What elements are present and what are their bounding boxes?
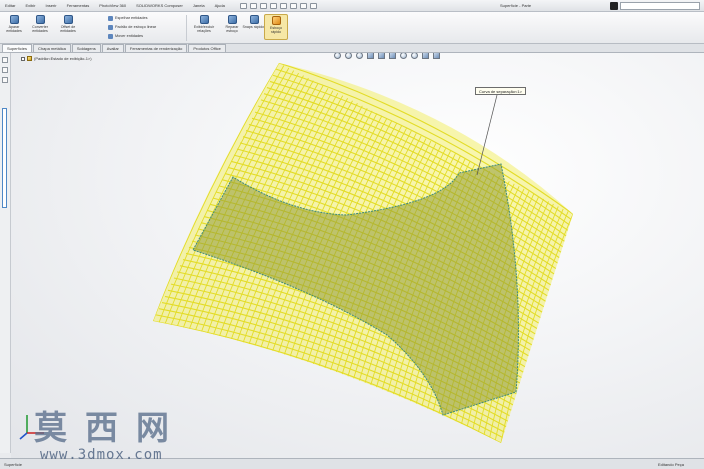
offset-icon: [63, 15, 73, 24]
ribbon-separator: [186, 15, 187, 41]
document-title: Superfície - Parte: [500, 3, 532, 8]
command-manager: Aparar entidades Converter entidades Off…: [0, 12, 704, 44]
feature-manager-icon[interactable]: [2, 57, 8, 63]
display-state-icon: [27, 56, 32, 61]
expand-icon[interactable]: [21, 56, 25, 61]
view-settings-icon[interactable]: [433, 53, 440, 59]
menu-item-window[interactable]: Janela: [188, 3, 210, 8]
heads-up-view-toolbar: [334, 53, 440, 59]
new-document-icon[interactable]: [239, 2, 247, 9]
display-relations-button[interactable]: Exibir/excluir relações: [192, 14, 216, 40]
menu-item-help[interactable]: Ajuda: [210, 3, 230, 8]
quick-snaps-button[interactable]: Snaps rápidos: [242, 14, 266, 40]
display-style-icon[interactable]: [389, 53, 396, 59]
tab-render-tools[interactable]: Ferramentas de renderização: [124, 44, 188, 52]
menu-item-composer[interactable]: SOLIDWORKS Composer: [131, 3, 188, 8]
move-icon: [108, 33, 113, 39]
search-input[interactable]: [620, 2, 700, 10]
mirror-entities-button[interactable]: Espelhar entidades: [108, 15, 148, 21]
zoom-to-area-icon[interactable]: [345, 53, 352, 59]
tab-evaluate[interactable]: Avaliar: [101, 44, 124, 52]
relations-icon: [199, 15, 209, 24]
hide-show-items-icon[interactable]: [400, 53, 407, 59]
repair-sketch-button[interactable]: Reparar esboço: [220, 14, 244, 40]
status-left-text: Superfície: [4, 462, 23, 467]
trim-icon: [9, 15, 19, 24]
parting-curve-callout[interactable]: Curva de separação<1>: [475, 87, 526, 95]
surface-model[interactable]: [11, 53, 704, 458]
status-right-text: Editando Peça: [657, 462, 684, 467]
print-icon[interactable]: [269, 2, 277, 9]
rapid-sketch-button[interactable]: Esboço rápido: [264, 14, 288, 40]
view-orientation-icon[interactable]: [378, 53, 385, 59]
mirror-icon: [108, 15, 113, 21]
section-view-icon[interactable]: [367, 53, 374, 59]
left-panel-toolbar: [0, 53, 11, 453]
menu-item-insert[interactable]: Inserir: [40, 3, 61, 8]
zoom-to-fit-icon[interactable]: [334, 53, 341, 59]
linear-pattern-icon: [108, 24, 113, 30]
tree-root-label: (Padrão<Estado de exibição-1>): [34, 56, 92, 61]
tab-weldments[interactable]: Soldagens: [71, 44, 101, 52]
quick-access-toolbar: [239, 2, 317, 9]
open-icon[interactable]: [249, 2, 257, 9]
select-icon[interactable]: [289, 2, 297, 9]
undo-icon[interactable]: [279, 2, 287, 9]
graphics-area[interactable]: (Padrão<Estado de exibição-1>) Curva de …: [11, 53, 704, 458]
menu-item-edit[interactable]: Editar: [0, 3, 20, 8]
tab-surfaces[interactable]: Superfícies: [2, 44, 33, 52]
convert-icon: [35, 15, 45, 24]
panel-scrollbar[interactable]: [2, 108, 7, 208]
feature-tree-root[interactable]: (Padrão<Estado de exibição-1>): [21, 56, 92, 61]
search-icon[interactable]: [610, 2, 618, 10]
configuration-manager-icon[interactable]: [2, 77, 8, 83]
move-entities-button[interactable]: Mover entidades: [108, 33, 143, 39]
rebuild-icon[interactable]: [299, 2, 307, 9]
rapid-sketch-icon: [271, 16, 281, 25]
options-icon[interactable]: [309, 2, 317, 9]
watermark-chinese: 莫西网: [34, 408, 187, 447]
snap-icon: [249, 15, 259, 24]
menu-item-photoview[interactable]: PhotoView 360: [94, 3, 131, 8]
menu-item-view[interactable]: Exibir: [20, 3, 40, 8]
offset-entities-button[interactable]: Offset de entidades: [56, 14, 80, 40]
trim-entities-button[interactable]: Aparar entidades: [2, 14, 26, 40]
menu-item-tools[interactable]: Ferramentas: [62, 3, 95, 8]
property-manager-icon[interactable]: [2, 67, 8, 73]
linear-pattern-button[interactable]: Padrão de esboço linear: [108, 24, 156, 30]
menu-bar: Editar Exibir Inserir Ferramentas PhotoV…: [0, 0, 704, 12]
save-icon[interactable]: [259, 2, 267, 9]
edit-appearance-icon[interactable]: [411, 53, 418, 59]
solidworks-window: Editar Exibir Inserir Ferramentas PhotoV…: [0, 0, 704, 469]
convert-entities-button[interactable]: Converter entidades: [28, 14, 52, 40]
apply-scene-icon[interactable]: [422, 53, 429, 59]
previous-view-icon[interactable]: [356, 53, 363, 59]
tab-sheet-metal[interactable]: Chapa metálica: [33, 44, 71, 52]
tab-office-products[interactable]: Produtos Office: [188, 44, 226, 52]
watermark-url: www.3dmox.com: [40, 447, 163, 463]
repair-icon: [227, 15, 237, 24]
command-tabs: Superfícies Chapa metálica Soldagens Ava…: [0, 44, 704, 53]
